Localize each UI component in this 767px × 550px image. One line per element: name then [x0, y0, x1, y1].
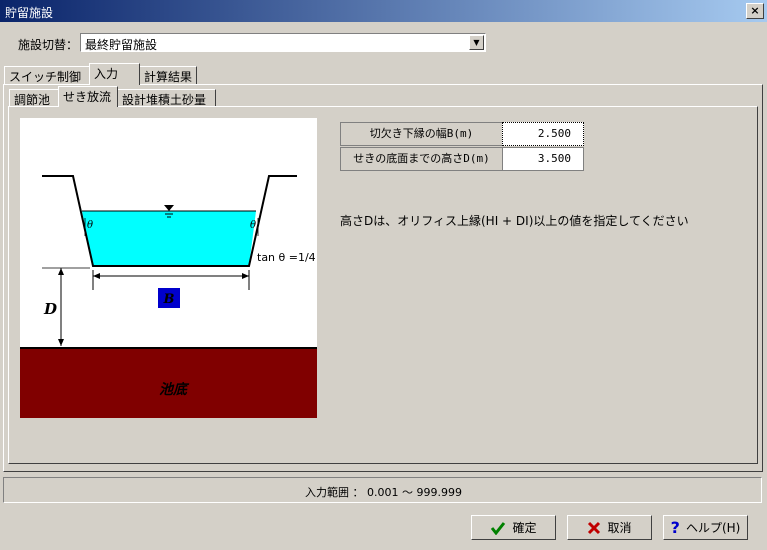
tab-design-sediment[interactable]: 設計堆積土砂量 [117, 89, 216, 107]
cancel-button[interactable]: 取消 [567, 515, 652, 540]
ok-button[interactable]: 確定 [471, 515, 556, 540]
tab-calc-results[interactable]: 計算結果 [139, 66, 197, 84]
param-d-input[interactable]: 3.500 [502, 147, 584, 171]
b-label: B [163, 292, 175, 307]
tan-label: tan θ =1/4 [257, 251, 316, 264]
help-button[interactable]: ? ヘルプ(H) [663, 515, 748, 540]
x-icon [588, 521, 601, 534]
d-label: D [43, 300, 57, 318]
facility-select[interactable]: 最終貯留施設 ▼ [80, 33, 486, 52]
chevron-down-icon[interactable]: ▼ [469, 35, 484, 50]
param-b-input[interactable]: 2.500 [502, 122, 584, 146]
facility-value: 最終貯留施設 [85, 38, 158, 52]
theta-left: θ [87, 220, 93, 231]
param-b-label: 切欠き下縁の幅B(m) [340, 122, 503, 146]
question-icon: ? [670, 518, 680, 537]
water-area [82, 211, 256, 266]
close-icon: × [750, 4, 760, 17]
title-bar: 貯留施設 × [0, 0, 767, 22]
param-d-label: せきの底面までの高さD(m) [340, 147, 503, 171]
tab-weir-discharge[interactable]: せき放流 [58, 86, 118, 107]
close-button[interactable]: × [746, 3, 764, 19]
window-title: 貯留施設 [5, 6, 54, 20]
tab-regulating-pond[interactable]: 調節池 [9, 89, 59, 107]
status-bar: 入力範囲 ： 0.001 ～ 999.999 [3, 477, 762, 503]
facility-label: 施設切替： [18, 38, 79, 52]
tab-input[interactable]: 入力 [89, 63, 140, 85]
height-note: 高さDは、オリフィス上縁(HI + DI)以上の値を指定してください [340, 214, 689, 228]
theta-right: θ [250, 220, 256, 231]
check-icon [491, 521, 506, 535]
input-range-text: 入力範囲 ： 0.001 ～ 999.999 [305, 486, 462, 499]
tab-switch-control[interactable]: スイッチ制御 [4, 66, 90, 84]
weir-diagram: θ θ tan θ =1/4 B D 池底 [20, 118, 317, 418]
pond-bottom-label: 池底 [159, 381, 190, 398]
